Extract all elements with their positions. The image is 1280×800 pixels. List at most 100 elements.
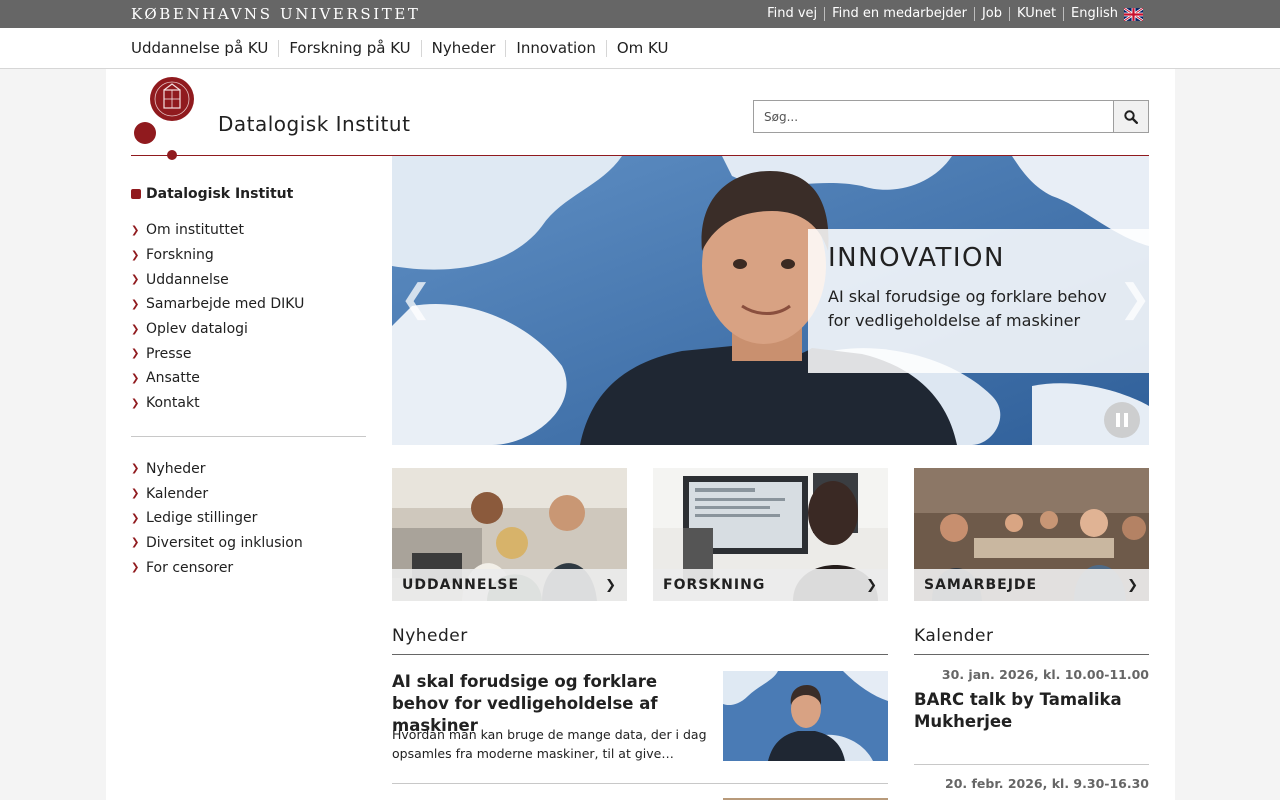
chevron-right-icon: ❯ xyxy=(866,577,878,593)
tile-samarbejde[interactable]: SAMARBEJDE ❯ xyxy=(914,468,1149,601)
nav-nyheder[interactable]: Nyheder xyxy=(420,39,506,57)
pause-button[interactable] xyxy=(1104,402,1140,438)
sidebar-item-label: Ansatte xyxy=(146,370,200,387)
search-input[interactable] xyxy=(753,100,1114,133)
hero-kicker: INNOVATION xyxy=(828,243,1005,273)
chevron-right-icon: ❯ xyxy=(131,488,140,500)
sidebar-item-label: Oplev datalogi xyxy=(146,321,248,338)
news-item-image[interactable] xyxy=(723,671,888,761)
tile-label: UDDANNELSE ❯ xyxy=(392,569,627,601)
sidebar-item-forskning[interactable]: ❯ Forskning xyxy=(131,243,366,268)
sidebar-item-oplev-datalogi[interactable]: ❯ Oplev datalogi xyxy=(131,317,366,342)
nav-innovation[interactable]: Innovation xyxy=(505,39,605,57)
sidebar-group-secondary: ❯ Nyheder ❯ Kalender ❯ Ledige stillinger ❯ D… xyxy=(131,457,366,580)
sidebar-item-samarbejde[interactable]: ❯ Samarbejde med DIKU xyxy=(131,292,366,317)
sidebar-item-label: Ledige stillinger xyxy=(146,510,258,527)
tile-label-text: FORSKNING xyxy=(663,577,766,593)
chevron-right-icon: ❯ xyxy=(131,463,140,475)
sidebar-item-for-censorer[interactable]: ❯ For censorer xyxy=(131,555,366,580)
main-navigation: Uddannelse på KU Forskning på KU Nyheder… xyxy=(0,28,1280,69)
nav-om-ku[interactable]: Om KU xyxy=(605,39,679,57)
sidebar-item-kalender[interactable]: ❯ Kalender xyxy=(131,481,366,506)
chevron-right-icon: ❯ xyxy=(131,274,140,286)
chevron-right-icon: ❯ xyxy=(131,372,140,384)
sidebar-root-label: Datalogisk Institut xyxy=(146,186,294,202)
sidebar-item-label: Kontakt xyxy=(146,395,200,412)
sidebar-item-label: Presse xyxy=(146,345,192,362)
calendar-heading-rule xyxy=(914,654,1149,655)
sidebar-item-label: Diversitet og inklusion xyxy=(146,534,303,551)
tile-label-text: UDDANNELSE xyxy=(402,577,520,593)
tile-forskning[interactable]: FORSKNING ❯ xyxy=(653,468,888,601)
news-heading[interactable]: Nyheder xyxy=(392,626,468,646)
sidebar-divider xyxy=(131,435,366,437)
news-heading-rule xyxy=(392,654,888,655)
chevron-right-icon: ❯ xyxy=(131,298,140,310)
sidebar-item-om-instituttet[interactable]: ❯ Om instituttet xyxy=(131,218,366,243)
sidebar-item-label: Samarbejde med DIKU xyxy=(146,296,305,313)
ku-seal-logo[interactable] xyxy=(131,76,201,162)
news-item-teaser: Hvordan man kan bruge de mange data, der… xyxy=(392,727,707,761)
sidebar-item-label: Kalender xyxy=(146,485,209,502)
chevron-right-icon: ❯ xyxy=(131,512,140,524)
top-link-find-medarbejder[interactable]: Find en medarbejder xyxy=(824,7,974,21)
hero-caption-box[interactable]: INNOVATION AI skal forudsige og forklare… xyxy=(808,229,1149,373)
tile-label: FORSKNING ❯ xyxy=(653,569,888,601)
news-divider xyxy=(392,783,888,784)
chevron-right-icon: ❯ xyxy=(131,562,140,574)
pause-icon xyxy=(1116,413,1120,427)
top-link-english[interactable]: English xyxy=(1063,7,1150,21)
uk-flag-icon xyxy=(1124,7,1143,21)
top-link-kunet[interactable]: KUnet xyxy=(1009,7,1063,21)
calendar-divider xyxy=(914,764,1149,765)
hero-headline: AI skal forudsige og forklare behov for … xyxy=(828,287,1107,330)
calendar-heading[interactable]: Kalender xyxy=(914,626,993,646)
chevron-right-icon: ❯ xyxy=(131,224,140,236)
tile-label: SAMARBEJDE ❯ xyxy=(914,569,1149,601)
sidebar-item-diversitet[interactable]: ❯ Diversitet og inklusion xyxy=(131,531,366,556)
sidebar-group-main: ❯ Om instituttet ❯ Forskning ❯ Uddannelse ❯… xyxy=(131,218,366,416)
sidebar-root-item[interactable]: Datalogisk Institut xyxy=(131,182,366,206)
news-thumbnail xyxy=(723,671,888,761)
calendar-event-date: 30. jan. 2026, kl. 10.00-11.00 xyxy=(941,667,1149,682)
search-button[interactable] xyxy=(1113,100,1149,133)
calendar-event-title[interactable]: BARC talk by Tamalika Mukherjee xyxy=(914,689,1149,733)
sidebar-item-label: Forskning xyxy=(146,247,214,264)
top-link-job[interactable]: Job xyxy=(973,7,1009,21)
university-wordmark[interactable]: KØBENHAVNS UNIVERSITET xyxy=(131,5,421,23)
search-icon xyxy=(1124,109,1138,124)
carousel-prev-button[interactable]: ❮ xyxy=(400,276,432,320)
sidebar-item-label: For censorer xyxy=(146,559,234,576)
chevron-right-icon: ❯ xyxy=(131,348,140,360)
top-link-english-label: English xyxy=(1071,6,1118,21)
sidebar-item-ansatte[interactable]: ❯ Ansatte xyxy=(131,366,366,391)
chevron-right-icon: ❯ xyxy=(131,249,140,261)
search-form xyxy=(753,100,1149,133)
sidebar-nav: Datalogisk Institut ❯ Om instituttet ❯ For… xyxy=(131,182,366,580)
chevron-right-icon: ❯ xyxy=(131,397,140,409)
sidebar-item-ledige-stillinger[interactable]: ❯ Ledige stillinger xyxy=(131,506,366,531)
top-link-find-vej[interactable]: Find vej xyxy=(760,7,824,21)
chevron-right-icon: ❯ xyxy=(131,537,140,549)
nav-forskning[interactable]: Forskning på KU xyxy=(278,39,420,57)
sidebar-item-label: Nyheder xyxy=(146,460,206,477)
sidebar-item-uddannelse[interactable]: ❯ Uddannelse xyxy=(131,267,366,292)
chevron-right-icon: ❯ xyxy=(1127,577,1139,593)
sidebar-item-kontakt[interactable]: ❯ Kontakt xyxy=(131,391,366,416)
tile-label-text: SAMARBEJDE xyxy=(924,577,1038,593)
sidebar-item-presse[interactable]: ❯ Presse xyxy=(131,341,366,366)
chevron-right-icon: ❯ xyxy=(131,323,140,335)
hero-carousel[interactable]: ❮ ❯ INNOVATION AI skal forudsige og fork… xyxy=(392,156,1149,445)
top-bar: KØBENHAVNS UNIVERSITET Find vej Find en … xyxy=(0,0,1280,28)
calendar-event-date: 20. febr. 2026, kl. 9.30-16.30 xyxy=(945,776,1149,791)
chevron-right-icon: ❯ xyxy=(605,577,617,593)
site-title[interactable]: Datalogisk Institut xyxy=(218,112,410,136)
sidebar-item-label: Uddannelse xyxy=(146,271,229,288)
top-links: Find vej Find en medarbejder Job KUnet E… xyxy=(760,0,1150,28)
tile-uddannelse[interactable]: UDDANNELSE ❯ xyxy=(392,468,627,601)
sidebar-root-marker-icon xyxy=(131,189,141,199)
sidebar-item-label: Om instituttet xyxy=(146,222,244,239)
pause-icon-bar xyxy=(1124,413,1128,427)
sidebar-item-nyheder[interactable]: ❯ Nyheder xyxy=(131,457,366,482)
nav-uddannelse[interactable]: Uddannelse på KU xyxy=(131,39,278,57)
